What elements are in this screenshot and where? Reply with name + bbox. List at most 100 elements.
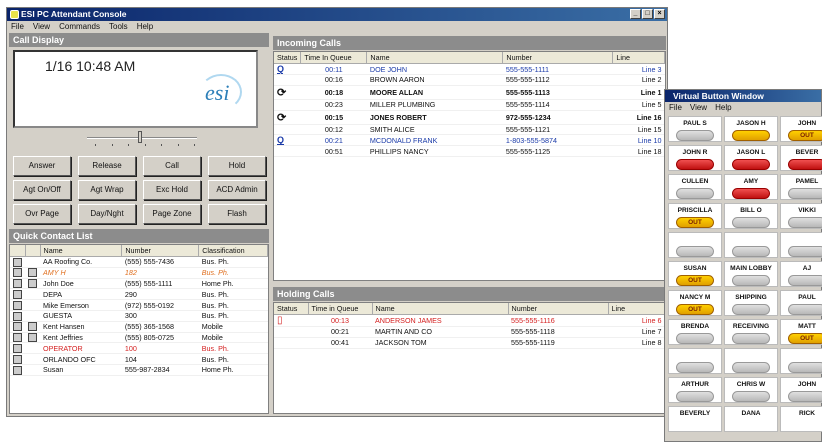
virtual-button[interactable]: DANA (724, 406, 778, 432)
virtual-button[interactable]: JOHN R (668, 145, 722, 171)
col-number[interactable]: Number (502, 52, 614, 64)
call-name: JONES ROBERT (366, 110, 503, 125)
virtual-button[interactable]: BILL O (724, 203, 778, 229)
col-name[interactable]: Name (40, 245, 123, 257)
page-zone-button[interactable]: Page Zone (143, 204, 201, 224)
menu-view[interactable]: View (33, 21, 50, 32)
contact-row[interactable]: AMY H 182 Bus. Ph. (10, 267, 268, 279)
call-row[interactable]: 00:23 MILLER PLUMBING 555-555-1114 Line 5 (274, 99, 665, 111)
virtual-button[interactable] (724, 232, 778, 258)
flash-button[interactable]: Flash (208, 204, 266, 224)
call-row[interactable]: 00:12 SMITH ALICE 555-555-1121 Line 15 (274, 124, 665, 136)
contact-row[interactable]: ORLANDO OFC 104 Bus. Ph. (10, 353, 268, 365)
virtual-button[interactable]: BEVERLY (668, 406, 722, 432)
virtual-button[interactable]: VIKKI (780, 203, 822, 229)
virtual-button[interactable]: JASON H (724, 116, 778, 142)
virtual-button[interactable] (724, 348, 778, 374)
vbw-menu-help[interactable]: Help (715, 102, 731, 113)
virtual-button[interactable] (780, 232, 822, 258)
title-bar[interactable]: ESI PC Attendant Console _ □ × (7, 8, 667, 21)
virtual-button[interactable]: MATT OUT (780, 319, 822, 345)
volume-slider-thumb[interactable] (138, 131, 142, 143)
virtual-button[interactable]: JOHN OUT (780, 116, 822, 142)
virtual-button[interactable]: RECEIVING (724, 319, 778, 345)
vbw-menu-file[interactable]: File (669, 102, 682, 113)
col-number[interactable]: Number (508, 303, 609, 315)
release-button[interactable]: Release (78, 156, 136, 176)
col-line[interactable]: Line (608, 303, 665, 315)
virtual-button[interactable]: NANCY M OUT (668, 290, 722, 316)
virtual-button[interactable]: CHRIS W (724, 377, 778, 403)
contact-row[interactable]: Mike Emerson (972) 555-0192 Bus. Ph. (10, 299, 268, 311)
virtual-button[interactable] (668, 348, 722, 374)
col-name[interactable]: Name (366, 52, 504, 64)
contact-row[interactable]: GUESTA 300 Bus. Ph. (10, 310, 268, 322)
call-row[interactable]: ⟳ 00:15 JONES ROBERT 972-555-1234 Line 16 (274, 110, 665, 125)
status-lamp (788, 275, 822, 286)
col-classification[interactable]: Classification (198, 245, 268, 257)
call-button[interactable]: Call (143, 156, 201, 176)
col-number[interactable]: Number (121, 245, 200, 257)
menu-help[interactable]: Help (137, 21, 153, 32)
col-status[interactable]: Status (274, 303, 309, 315)
virtual-button-name: PAUL (798, 294, 816, 301)
col-time[interactable]: Time In Queue (300, 52, 368, 64)
contact-row[interactable]: Susan 555-987-2834 Home Ph. (10, 364, 268, 376)
call-row[interactable]: 00:51 PHILLIPS NANCY 555-555-1125 Line 18 (274, 145, 665, 158)
vbw-menu-view[interactable]: View (690, 102, 707, 113)
virtual-button[interactable]: RICK (780, 406, 822, 432)
override-page-button[interactable]: Ovr Page (13, 204, 71, 224)
vbw-title-bar[interactable]: Virtual Button Window (665, 90, 821, 102)
col-name[interactable]: Name (372, 303, 509, 315)
virtual-button[interactable]: ARTHUR (668, 377, 722, 403)
col-line[interactable]: Line (612, 52, 665, 64)
call-row[interactable]: ▯ 00:13 ANDERSON JAMES 555-555-1116 Line 6 (274, 314, 665, 327)
virtual-button[interactable] (668, 232, 722, 258)
acd-admin-button[interactable]: ACD Admin (208, 180, 266, 200)
answer-button[interactable]: Answer (13, 156, 71, 176)
virtual-button[interactable]: MAIN LOBBY (724, 261, 778, 287)
close-button[interactable]: × (654, 9, 665, 19)
menu-commands[interactable]: Commands (59, 21, 100, 32)
call-name: MOORE ALLAN (366, 85, 503, 100)
virtual-button[interactable]: JASON L (724, 145, 778, 171)
virtual-button-name: BEVER (795, 149, 819, 156)
virtual-button[interactable]: JOHN (780, 377, 822, 403)
col-status[interactable]: Status (274, 52, 302, 64)
call-row[interactable]: 00:16 BROWN AARON 555-555-1112 Line 2 (274, 74, 665, 86)
virtual-button[interactable]: AJ (780, 261, 822, 287)
contact-row[interactable]: John Doe (555) 555-1111 Home Ph. (10, 278, 268, 290)
col-time[interactable]: Time in Queue (308, 303, 373, 315)
virtual-button[interactable]: AMY (724, 174, 778, 200)
virtual-button[interactable]: PRISCILLA OUT (668, 203, 722, 229)
maximize-button[interactable]: □ (642, 9, 653, 19)
virtual-button[interactable]: CULLEN (668, 174, 722, 200)
hold-button[interactable]: Hold (208, 156, 266, 176)
minimize-button[interactable]: _ (630, 9, 641, 19)
agent-wrap-button[interactable]: Agt Wrap (78, 180, 136, 200)
contact-row[interactable]: Kent Jeffries (555) 805-0725 Mobile (10, 332, 268, 344)
day-night-button[interactable]: Day/Nght (78, 204, 136, 224)
volume-slider-track[interactable] (87, 137, 197, 139)
virtual-button[interactable]: PAUL S (668, 116, 722, 142)
menu-file[interactable]: File (11, 21, 24, 32)
call-row[interactable]: ⟳ 00:18 MOORE ALLAN 555-555-1113 Line 1 (274, 85, 665, 100)
virtual-button[interactable]: BRENDA (668, 319, 722, 345)
contact-row[interactable]: OPERATOR 100 Bus. Ph. (10, 342, 268, 355)
menu-tools[interactable]: Tools (109, 21, 128, 32)
virtual-button[interactable]: SHIPPING (724, 290, 778, 316)
agent-on-off-button[interactable]: Agt On/Off (13, 180, 71, 200)
virtual-button[interactable] (780, 348, 822, 374)
exclusive-hold-button[interactable]: Exc Hold (143, 180, 201, 200)
call-row[interactable]: Q 00:21 MCDONALD FRANK 1-803-555-5874 Line 1… (274, 134, 665, 147)
contact-row[interactable]: Kent Hansen (555) 365-1568 Mobile (10, 321, 268, 333)
contact-row[interactable]: AA Roofing Co. (555) 555-7436 Bus. Ph. (10, 256, 268, 268)
virtual-button[interactable]: SUSAN OUT (668, 261, 722, 287)
virtual-button[interactable]: PAMEL (780, 174, 822, 200)
call-row[interactable]: 00:41 JACKSON TOM 555-555-1119 Line 8 (274, 337, 665, 349)
contact-row[interactable]: DEPA 290 Bus. Ph. (10, 288, 268, 301)
call-row[interactable]: 00:21 MARTIN AND CO 555-555-1118 Line 7 (274, 326, 665, 338)
virtual-button[interactable]: BEVER (780, 145, 822, 171)
virtual-button[interactable]: PAUL (780, 290, 822, 316)
call-row[interactable]: Q 00:11 DOE JOHN 555-555-1111 Line 3 (274, 63, 665, 75)
